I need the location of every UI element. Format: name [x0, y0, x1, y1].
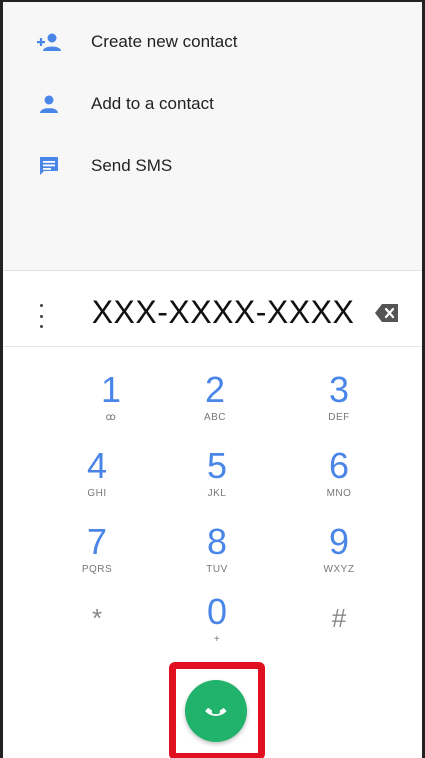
key-digit: 4: [86, 445, 108, 486]
key-letters: DEF: [328, 412, 350, 423]
key-letters: JKL: [207, 488, 227, 499]
create-new-contact-label: Create new contact: [91, 32, 238, 51]
person-add-icon: [35, 28, 63, 56]
key-1[interactable]: 1 ꝏ: [61, 370, 161, 440]
key-5[interactable]: 5 JKL: [167, 446, 267, 516]
call-button[interactable]: [185, 680, 247, 742]
key-digit: 3: [328, 369, 350, 410]
key-0[interactable]: 0 +: [167, 592, 267, 662]
key-letters: MNO: [326, 488, 352, 499]
phone-icon: [205, 708, 227, 716]
dialed-number[interactable]: XXX-XXXX-XXXX: [83, 294, 363, 331]
key-letters: PQRS: [81, 564, 113, 575]
send-sms-item[interactable]: Send SMS: [3, 146, 422, 186]
contact-actions-panel: Create new contact Add to a contact Send…: [3, 2, 422, 271]
key-digit: 0: [206, 591, 228, 632]
key-digit: 8: [206, 521, 228, 562]
key-digit: 9: [328, 521, 350, 562]
key-letters: +: [213, 634, 221, 645]
number-input-row: XXX-XXXX-XXXX: [3, 286, 422, 347]
key-3[interactable]: 3 DEF: [289, 370, 389, 440]
backspace-icon[interactable]: [374, 302, 400, 328]
key-8[interactable]: 8 TUV: [167, 522, 267, 592]
key-digit: #: [331, 603, 347, 633]
create-new-contact-item[interactable]: Create new contact: [3, 22, 422, 62]
key-7[interactable]: 7 PQRS: [47, 522, 147, 592]
more-options-icon[interactable]: [37, 304, 45, 328]
key-digit: 7: [86, 521, 108, 562]
key-star[interactable]: *: [47, 598, 147, 668]
key-letters: GHI: [87, 488, 107, 499]
send-sms-label: Send SMS: [91, 156, 173, 175]
key-pound[interactable]: #: [289, 598, 389, 668]
person-icon: [35, 90, 63, 118]
key-digit: 5: [206, 445, 228, 486]
key-letters: WXYZ: [323, 564, 355, 575]
key-2[interactable]: 2 ABC: [165, 370, 265, 440]
key-6[interactable]: 6 MNO: [289, 446, 389, 516]
voicemail-icon: ꝏ: [105, 412, 117, 423]
key-letters: ABC: [203, 412, 227, 423]
key-digit: 1: [100, 369, 122, 410]
add-to-contact-label: Add to a contact: [91, 94, 214, 113]
key-digit: 6: [328, 445, 350, 486]
key-digit: *: [91, 603, 103, 633]
add-to-contact-item[interactable]: Add to a contact: [3, 84, 422, 124]
dialer-screen: Create new contact Add to a contact Send…: [0, 0, 425, 758]
key-9[interactable]: 9 WXYZ: [289, 522, 389, 592]
key-digit: 2: [204, 369, 226, 410]
key-4[interactable]: 4 GHI: [47, 446, 147, 516]
key-letters: TUV: [206, 564, 228, 575]
message-icon: [35, 152, 63, 180]
